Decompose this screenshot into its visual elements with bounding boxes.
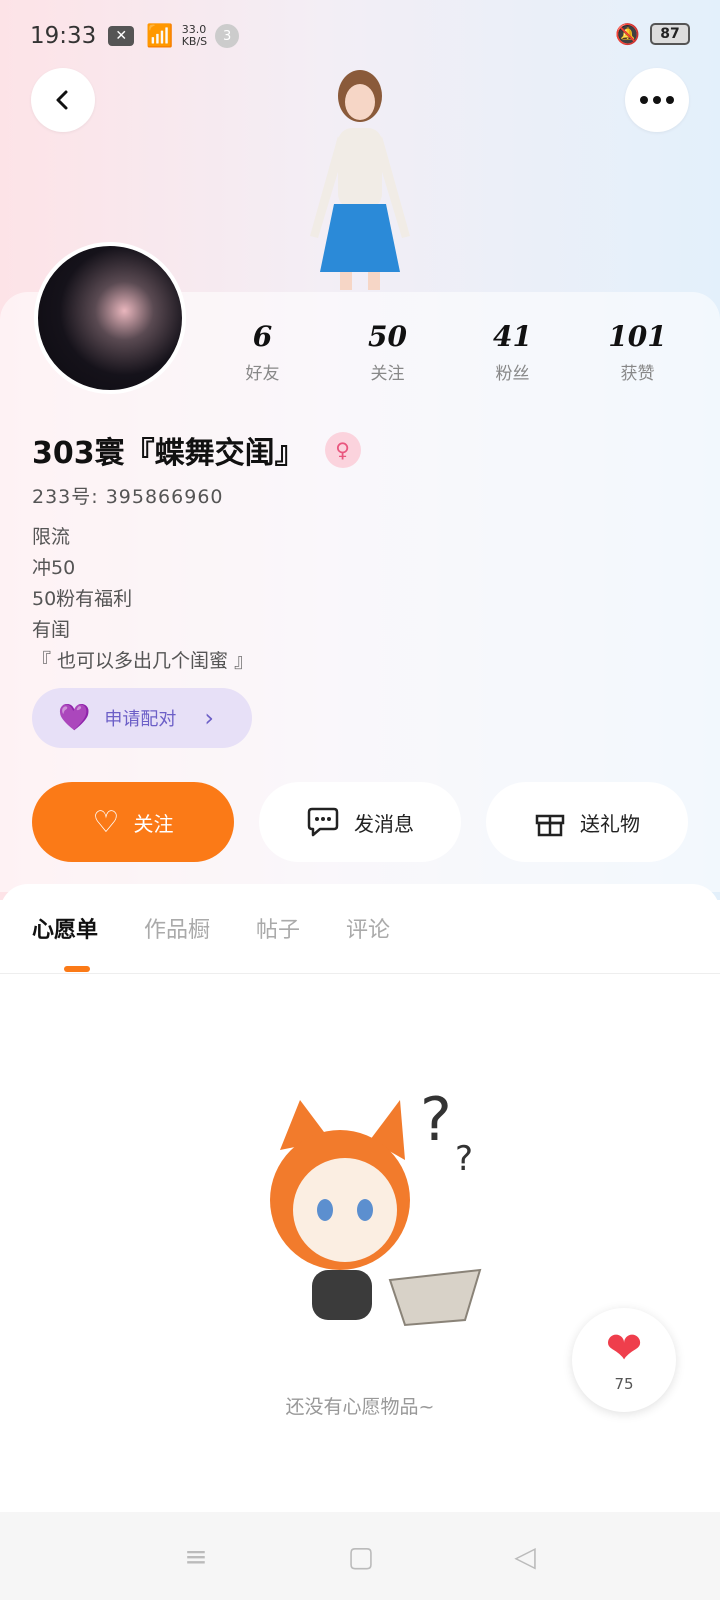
stat-value: 41 [493, 320, 532, 353]
more-button[interactable] [625, 68, 689, 132]
tab-posts[interactable]: 帖子 [256, 912, 300, 944]
user-id[interactable]: 233号: 395866960 [32, 482, 224, 509]
notification-icon: ✕ [108, 26, 135, 46]
bio-line: 冲50 [32, 557, 76, 579]
follow-label: 关注 [133, 811, 174, 836]
empty-state-mascot-illustration: ? ? [270, 1085, 482, 1327]
heart-icon: ❤ [605, 1323, 643, 1374]
notification-count-badge: 3 [215, 24, 240, 48]
like-count: 75 [614, 1375, 634, 1393]
stat-value: 101 [608, 320, 667, 353]
gift-label: 送礼物 [580, 811, 640, 836]
apply-pair-button[interactable]: 💜 申请配对 › [32, 688, 252, 748]
network-speed: 33.0 KB/S [182, 24, 207, 48]
back-button[interactable] [31, 68, 95, 132]
menu-icon[interactable]: ≡ [184, 1540, 207, 1573]
user-avatar[interactable] [34, 242, 186, 394]
tab-wishlist[interactable]: 心愿单 [32, 912, 98, 944]
stat-label: 关注 [370, 364, 405, 384]
svg-text:?: ? [420, 1085, 452, 1155]
stat-label: 获赞 [620, 364, 655, 384]
active-tab-indicator [64, 966, 90, 972]
user-bio: 限流 冲50 50粉有福利 有闺 『 也可以多出几个闺蜜 』 [32, 522, 253, 677]
female-gender-icon: ♀ [324, 432, 361, 468]
tabs-divider [0, 973, 720, 974]
send-gift-button[interactable]: 送礼物 [486, 782, 688, 862]
stat-value: 6 [252, 320, 273, 353]
status-time: 19:33 [30, 23, 97, 49]
home-square-icon[interactable]: ▢ [348, 1540, 374, 1573]
status-bar: 19:33 ✕ 📶 33.0 KB/S 3 [0, 0, 720, 72]
gift-icon [535, 814, 565, 837]
bio-line: 『 也可以多出几个闺蜜 』 [32, 650, 254, 672]
stat-label: 粉丝 [495, 364, 530, 384]
name-row: 303寰『蝶舞交闺』 ♀ [32, 428, 361, 472]
system-navigation-bar: ≡ ▢ ◁ [0, 1512, 720, 1600]
stat-followers[interactable]: 41 粉丝 [450, 320, 575, 384]
stat-following[interactable]: 50 关注 [325, 320, 450, 384]
battery-indicator: 87 [650, 23, 690, 45]
send-message-button[interactable]: 发消息 [259, 782, 461, 862]
pair-hearts-icon: 💜 [58, 703, 91, 733]
stat-value: 50 [368, 320, 407, 353]
status-bar-right: 🔕 87 [615, 22, 690, 46]
like-button[interactable]: ❤ 75 [572, 1308, 676, 1412]
pair-button-label: 申请配对 [104, 709, 177, 730]
stat-friends[interactable]: 6 好友 [200, 320, 325, 384]
svg-text:?: ? [455, 1139, 473, 1179]
tab-works[interactable]: 作品橱 [144, 912, 210, 944]
back-arrow-icon [56, 90, 68, 110]
3d-avatar-figure[interactable] [280, 66, 440, 290]
mute-icon: 🔕 [615, 22, 640, 46]
bio-line: 有闺 [32, 619, 71, 641]
wifi-icon: 📶 [146, 23, 174, 49]
chat-bubble-icon [307, 807, 339, 837]
stat-likes[interactable]: 101 获赞 [575, 320, 700, 384]
profile-tabs: 心愿单 作品橱 帖子 评论 [32, 912, 390, 944]
heart-plus-icon: ♡ [92, 804, 120, 840]
back-triangle-icon[interactable]: ◁ [514, 1540, 536, 1573]
bio-line: 限流 [32, 526, 71, 548]
more-dots-icon [640, 96, 674, 104]
follow-button[interactable]: ♡ 关注 [32, 782, 234, 862]
tab-comments[interactable]: 评论 [346, 912, 390, 944]
bio-line: 50粉有福利 [32, 588, 133, 610]
stat-label: 好友 [245, 364, 280, 384]
user-name: 303寰『蝶舞交闺』 [32, 436, 305, 471]
message-label: 发消息 [354, 811, 414, 836]
chevron-right-icon: › [204, 704, 214, 732]
profile-stats: 6 好友 50 关注 41 粉丝 101 获赞 [200, 320, 700, 384]
speed-unit: KB/S [181, 35, 208, 48]
